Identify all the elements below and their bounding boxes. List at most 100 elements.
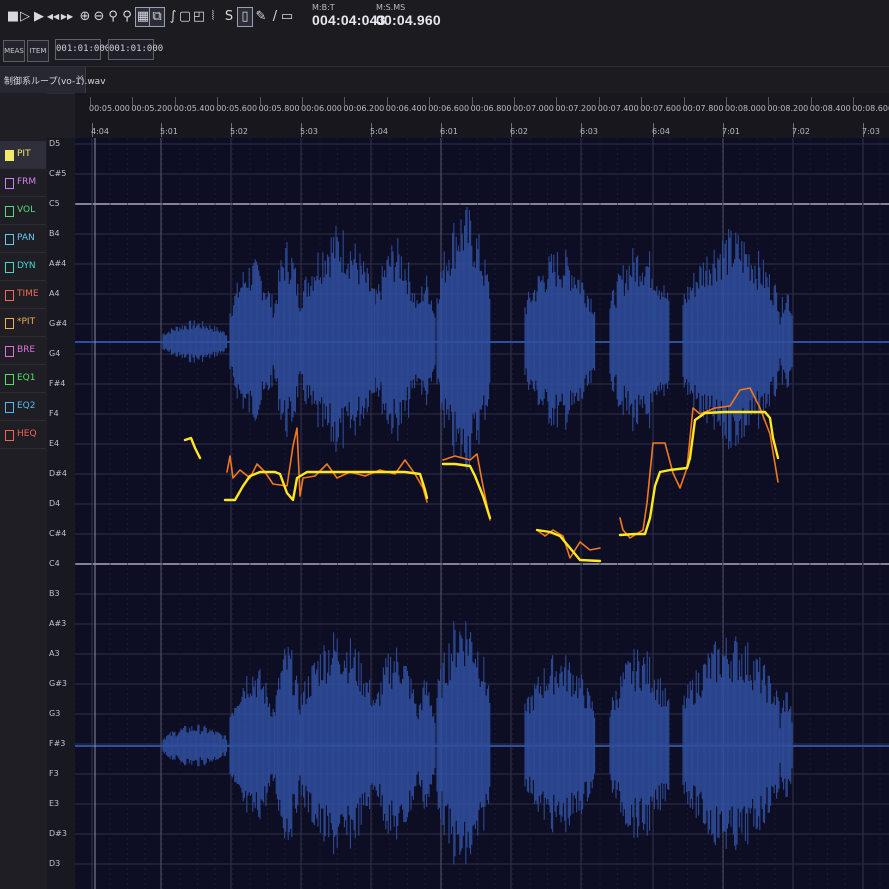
track-checkbox[interactable] bbox=[5, 346, 14, 357]
track-button-time[interactable]: TIME bbox=[0, 281, 46, 309]
pitch-editor-canvas[interactable] bbox=[75, 138, 889, 889]
track-button-frm[interactable]: FRM bbox=[0, 169, 46, 197]
rect-tool-icon[interactable]: ▭ bbox=[280, 8, 294, 26]
forward-icon[interactable]: ▶▶ bbox=[60, 8, 74, 26]
track-checkbox[interactable] bbox=[5, 178, 14, 189]
track-button-star-pit[interactable]: *PIT bbox=[0, 309, 46, 337]
ruler-time-label: 00:07.800 bbox=[682, 104, 724, 113]
target-pitch-curve bbox=[618, 410, 780, 537]
ruler-beat-label: 6:04 bbox=[652, 127, 670, 136]
note-label: F4 bbox=[49, 409, 59, 418]
note-edit-icon[interactable]: ▢ bbox=[178, 8, 192, 26]
track-selector: PIT FRM VOL PAN DYN TIME *PIT BRE EQ1 EQ2 HEQ bbox=[0, 93, 47, 889]
track-button-heq[interactable]: HEQ bbox=[0, 421, 46, 449]
mbt-value: 004:04:043 bbox=[312, 12, 386, 28]
track-checkbox[interactable] bbox=[5, 150, 14, 161]
track-checkbox[interactable] bbox=[5, 290, 14, 301]
track-label: EQ2 bbox=[17, 401, 36, 411]
ruler-time-label: 00:06.000 bbox=[301, 104, 342, 113]
track-checkbox[interactable] bbox=[5, 374, 14, 385]
mbt-display: M:B:T 004:04:043 bbox=[312, 3, 386, 28]
note-label: E4 bbox=[49, 439, 60, 448]
note-label: A#4 bbox=[49, 259, 67, 268]
snap-icon[interactable]: ⦚ bbox=[206, 8, 220, 26]
detected-pitch-curve bbox=[226, 427, 428, 503]
note-label: C5 bbox=[49, 199, 60, 208]
s-icon[interactable]: S bbox=[222, 8, 236, 26]
track-checkbox[interactable] bbox=[5, 402, 14, 413]
ruler-time-label: 00:07.200 bbox=[555, 104, 597, 113]
note-label: C#5 bbox=[49, 169, 67, 178]
ruler-time-label: 00:05.400 bbox=[173, 104, 215, 113]
waveform-lower bbox=[162, 621, 793, 865]
play-icon[interactable]: ▶ bbox=[32, 8, 46, 26]
frame-icon[interactable]: ▯ bbox=[237, 7, 253, 27]
track-checkbox[interactable] bbox=[5, 262, 14, 273]
ruler-time-label: 00:06.200 bbox=[343, 104, 385, 113]
ruler-beat-label: 4:04 bbox=[91, 127, 109, 136]
zoom-area-icon[interactable]: ⊖ bbox=[92, 8, 106, 26]
range-start-field[interactable]: 001:01:000 bbox=[55, 39, 110, 60]
note-label: G3 bbox=[49, 709, 61, 718]
track-button-pit[interactable]: PIT bbox=[0, 141, 46, 169]
note-label: F3 bbox=[49, 769, 59, 778]
track-button-dyn[interactable]: DYN bbox=[0, 253, 46, 281]
mbt-label: M:B:T bbox=[312, 3, 335, 12]
ruler-time-label: 00:08.200 bbox=[767, 104, 809, 113]
grid-tool-icon[interactable]: ▦ bbox=[135, 7, 151, 27]
note-label: G#4 bbox=[49, 319, 67, 328]
magnify-icon[interactable]: ⚲ bbox=[106, 8, 120, 26]
play-from-start-icon[interactable]: ▷ bbox=[18, 8, 32, 26]
pen-icon[interactable]: ✎ bbox=[254, 8, 268, 26]
rewind-icon[interactable]: ◀◀ bbox=[46, 8, 60, 26]
magnify-alt-icon[interactable]: ⚲ bbox=[120, 8, 134, 26]
track-button-vol[interactable]: VOL bbox=[0, 197, 46, 225]
ruler-beat-label: 5:02 bbox=[230, 127, 248, 136]
file-tab[interactable]: 制御系ループ(vo-1).wav × bbox=[0, 67, 106, 93]
track-label: EQ1 bbox=[17, 373, 36, 383]
track-checkbox[interactable] bbox=[5, 430, 14, 441]
note-label: E3 bbox=[49, 799, 60, 808]
track-button-eq1[interactable]: EQ1 bbox=[0, 365, 46, 393]
timeline-ruler[interactable]: 00:05.000 00:05.200 00:05.400 00:05.600 00:0… bbox=[75, 93, 889, 139]
file-tab-bar: 制御系ループ(vo-1).wav × bbox=[0, 67, 889, 94]
track-checkbox[interactable] bbox=[5, 206, 14, 217]
meas-button[interactable]: MEAS bbox=[3, 40, 25, 62]
ruler-time-label: 00:05.600 bbox=[216, 104, 258, 113]
track-label: *PIT bbox=[17, 317, 36, 327]
ruler-beat-label: 6:01 bbox=[440, 127, 458, 136]
track-label: PAN bbox=[17, 233, 35, 243]
piano-key-labels: D5 C#5 C5 B4 A#4 A4 G#4 G4 F#4 F4 E4 D#4 D4 C#4 C4 B3 A#… bbox=[47, 138, 76, 889]
note-label: C4 bbox=[49, 559, 60, 568]
track-checkbox[interactable] bbox=[5, 234, 14, 245]
note-label: A4 bbox=[49, 289, 60, 298]
track-button-pan[interactable]: PAN bbox=[0, 225, 46, 253]
item-button[interactable]: ITEM bbox=[27, 40, 49, 62]
note-label: F#3 bbox=[49, 739, 66, 748]
pitch-editor[interactable] bbox=[75, 138, 889, 889]
range-toolbar: MEAS ITEM 001:01:000 – 001:01:000 bbox=[0, 36, 889, 67]
ruler-time-label: 00:05.200 bbox=[131, 104, 173, 113]
note-label: G4 bbox=[49, 349, 61, 358]
target-pitch-curve bbox=[223, 470, 429, 502]
track-label: HEQ bbox=[17, 429, 37, 439]
ruler-time-label: 00:06.800 bbox=[470, 104, 512, 113]
zoom-tool-icon[interactable]: ⊕ bbox=[78, 8, 92, 26]
select-rect-icon[interactable]: ◰ bbox=[192, 8, 206, 26]
track-button-eq2[interactable]: EQ2 bbox=[0, 393, 46, 421]
ruler-beat-label: 5:04 bbox=[370, 127, 388, 136]
track-checkbox[interactable] bbox=[5, 318, 14, 329]
track-label: BRE bbox=[17, 345, 36, 355]
ruler-time-label: 00:05.000 bbox=[89, 104, 130, 113]
track-button-bre[interactable]: BRE bbox=[0, 337, 46, 365]
close-icon[interactable]: × bbox=[76, 73, 84, 84]
track-label: FRM bbox=[17, 177, 37, 187]
note-label: F#4 bbox=[49, 379, 66, 388]
note-label: C#4 bbox=[49, 529, 67, 538]
range-end-field[interactable]: 001:01:000 bbox=[108, 39, 163, 60]
note-label: D#3 bbox=[49, 829, 67, 838]
note-label: D4 bbox=[49, 499, 61, 508]
loop-tool-icon[interactable]: ⧉ bbox=[149, 7, 165, 27]
msms-label: M:S.MS bbox=[376, 3, 406, 12]
note-label: D3 bbox=[49, 859, 61, 868]
